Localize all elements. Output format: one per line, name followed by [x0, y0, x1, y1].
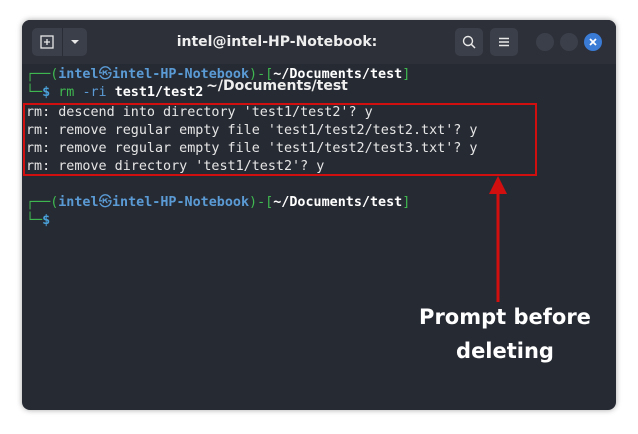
- command-arg: test1/test2: [114, 85, 204, 100]
- hamburger-menu-icon: [499, 37, 509, 47]
- prompt-bracket: ]: [402, 195, 411, 210]
- chevron-down-icon: [71, 40, 79, 44]
- prompt-dollar: $: [42, 213, 51, 228]
- prompt-dash: -[: [257, 195, 274, 210]
- prompt-dash: -[: [257, 67, 274, 82]
- close-icon: [589, 38, 597, 46]
- prompt-paren: ): [249, 195, 258, 210]
- prompt-corner: └─: [26, 85, 43, 100]
- prompt-user: intel: [58, 67, 99, 82]
- close-button[interactable]: [584, 33, 602, 51]
- menu-button[interactable]: [490, 28, 518, 56]
- prompt-dollar: $: [42, 85, 51, 100]
- prompt-host: intel-HP-Notebook: [111, 67, 250, 82]
- prompt-at-icon: ㉿: [98, 195, 112, 210]
- prompt-paren: ): [249, 67, 258, 82]
- prompt-path: ~/Documents/test: [273, 195, 403, 210]
- maximize-button[interactable]: [560, 33, 578, 51]
- prompt-line-2: ┌──(intel㉿intel-HP-Notebook)-[~/Document…: [26, 194, 410, 212]
- prompt-corner: └─: [26, 213, 43, 228]
- prompt-bracket: ]: [402, 67, 411, 82]
- prompt-at-icon: ㉿: [98, 67, 112, 82]
- annotation-line-1: Prompt before: [419, 305, 591, 329]
- window-title: intel@intel-HP-Notebook: ~/Documents/tes…: [176, 34, 378, 94]
- annotation-line-2: deleting: [456, 339, 554, 363]
- prompt-corner: ┌──: [26, 195, 51, 210]
- new-tab-button[interactable]: [32, 28, 62, 56]
- title-bar: intel@intel-HP-Notebook: ~/Documents/tes…: [22, 20, 616, 94]
- command-line-1: └─$ rm -ri test1/test2: [26, 84, 203, 102]
- tab-dropdown-button[interactable]: [62, 28, 87, 56]
- search-button[interactable]: [455, 28, 483, 56]
- annotation-label: Prompt before deleting: [410, 300, 600, 368]
- command-flag: -ri: [82, 85, 107, 100]
- prompt-line-1: ┌──(intel㉿intel-HP-Notebook)-[~/Document…: [26, 66, 410, 84]
- prompt-user: intel: [58, 195, 99, 210]
- highlight-box: [23, 103, 537, 176]
- search-icon: [462, 35, 476, 49]
- command-name: rm: [58, 85, 75, 100]
- arrow-up-icon: [489, 176, 507, 302]
- command-line-2: └─$: [26, 212, 50, 230]
- minimize-button[interactable]: [536, 33, 554, 51]
- prompt-corner: ┌──: [26, 67, 51, 82]
- prompt-host: intel-HP-Notebook: [111, 195, 250, 210]
- prompt-path: ~/Documents/test: [273, 67, 403, 82]
- new-tab-icon: [40, 35, 54, 49]
